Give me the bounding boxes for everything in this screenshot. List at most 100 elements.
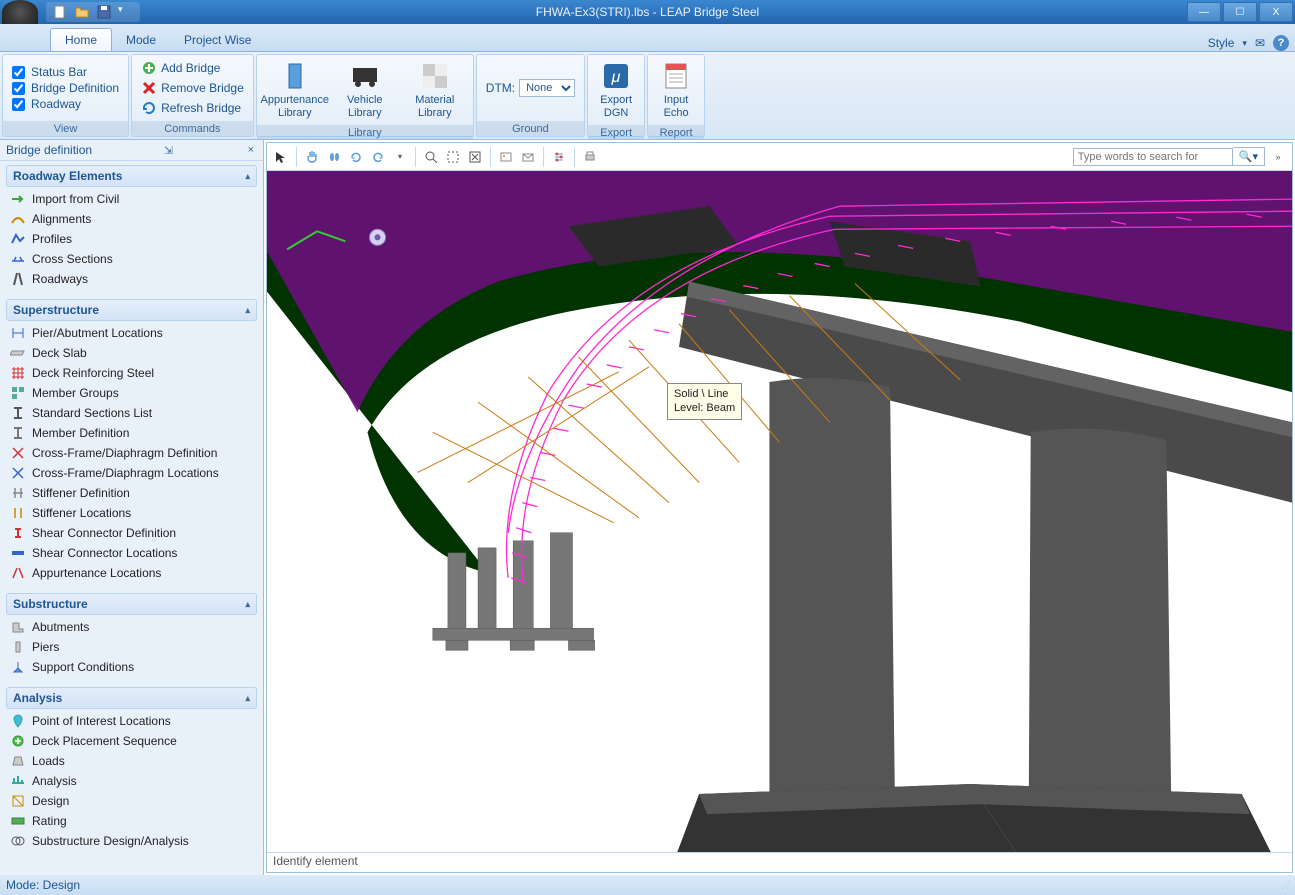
material-library-button[interactable]: Material Library [400,58,470,122]
pin-icon[interactable]: ⇲ [161,144,176,157]
checkbox-roadway[interactable]: Roadway [6,96,125,112]
tree-item-abutments[interactable]: Abutments [6,617,257,637]
tab-home[interactable]: Home [50,28,112,51]
undo-view-icon[interactable] [368,147,388,167]
app-logo[interactable] [2,0,38,24]
checkbox-bridge-definition[interactable]: Bridge Definition [6,80,125,96]
tree-item-piers[interactable]: Piers [6,637,257,657]
tree-item-profiles[interactable]: Profiles [6,229,257,249]
open-folder-icon[interactable] [74,4,90,20]
maximize-button[interactable]: ☐ [1223,2,1257,22]
search-menu-icon[interactable]: » [1268,147,1288,167]
section-substructure[interactable]: Substructure▴ [6,593,257,615]
ribbon: Status Bar Bridge Definition Roadway Vie… [0,52,1295,140]
email-tool-icon[interactable] [518,147,538,167]
refresh-bridge-button[interactable]: Refresh Bridge [135,98,250,118]
tree-item-stiffener-def[interactable]: Stiffener Definition [6,483,257,503]
remove-bridge-button[interactable]: Remove Bridge [135,78,250,98]
panel-title: Bridge definition [6,143,92,157]
svg-text:μ: μ [611,69,621,86]
tree-item-analysis[interactable]: Analysis [6,771,257,791]
dtm-select[interactable]: None [519,79,575,97]
qat-dropdown-icon[interactable]: ▾ [118,4,134,20]
titlebar: ▾ FHWA-Ex3(STRI).lbs - LEAP Bridge Steel… [0,0,1295,24]
bridge-definition-panel: Bridge definition ⇲ × Roadway Elements▴ … [0,140,264,875]
panel-scroll[interactable]: Roadway Elements▴ Import from Civil Alig… [0,161,263,875]
pan-tool-icon[interactable] [302,147,322,167]
help-icon[interactable]: ? [1273,35,1289,51]
tree-item-design[interactable]: Design [6,791,257,811]
search-go-button[interactable]: 🔍▾ [1233,147,1265,166]
3d-canvas[interactable]: Solid \ Line Level: Beam [267,171,1292,852]
mail-icon[interactable]: ✉ [1255,36,1265,50]
tree-item-crossframe-loc[interactable]: Cross-Frame/Diaphragm Locations [6,463,257,483]
tree-item-member-definition[interactable]: Member Definition [6,423,257,443]
image-tool-icon[interactable] [496,147,516,167]
checkbox-status-bar[interactable]: Status Bar [6,64,125,80]
fit-view-icon[interactable] [465,147,485,167]
tree-item-stiffener-loc[interactable]: Stiffener Locations [6,503,257,523]
ribbon-group-export: μExport DGN Export [587,54,645,137]
rotate-tool-icon[interactable] [346,147,366,167]
section-superstructure[interactable]: Superstructure▴ [6,299,257,321]
section-body: Point of Interest Locations Deck Placeme… [0,709,263,857]
section-body: Import from Civil Alignments Profiles Cr… [0,187,263,295]
section-body: Pier/Abutment Locations Deck Slab Deck R… [0,321,263,589]
tree-item-shearconn-def[interactable]: Shear Connector Definition [6,523,257,543]
tree-item-appurtenance-loc[interactable]: Appurtenance Locations [6,563,257,583]
appurtenance-library-button[interactable]: Appurtenance Library [260,58,330,122]
tree-item-loads[interactable]: Loads [6,751,257,771]
export-dgn-button[interactable]: μExport DGN [591,58,641,122]
zoom-window-icon[interactable] [443,147,463,167]
bridge-3d-scene [267,171,1292,852]
toolbar-caret-icon[interactable]: ▾ [390,147,410,167]
section-analysis[interactable]: Analysis▴ [6,687,257,709]
tree-item-deck-slab[interactable]: Deck Slab [6,343,257,363]
tree-item-shearconn-loc[interactable]: Shear Connector Locations [6,543,257,563]
walk-tool-icon[interactable] [324,147,344,167]
tab-mode[interactable]: Mode [112,29,170,51]
tree-item-deck-placement[interactable]: Deck Placement Sequence [6,731,257,751]
dtm-selector[interactable]: DTM: None [480,58,581,118]
tree-item-support-conditions[interactable]: Support Conditions [6,657,257,677]
tree-item-alignments[interactable]: Alignments [6,209,257,229]
ribbon-group-commands: Add Bridge Remove Bridge Refresh Bridge … [131,54,254,137]
save-icon[interactable] [96,4,112,20]
tree-item-roadways[interactable]: Roadways [6,269,257,289]
settings-tool-icon[interactable] [549,147,569,167]
resize-grip-icon[interactable]: ⋰ [1281,880,1289,891]
print-tool-icon[interactable] [580,147,600,167]
search-input[interactable] [1073,148,1233,166]
tree-item-poi-locations[interactable]: Point of Interest Locations [6,711,257,731]
tree-item-member-groups[interactable]: Member Groups [6,383,257,403]
new-file-icon[interactable] [52,4,68,20]
style-caret-icon[interactable]: ▾ [1242,38,1247,49]
viewport-search: 🔍▾ » [1073,147,1288,167]
add-bridge-button[interactable]: Add Bridge [135,58,250,78]
input-echo-button[interactable]: Input Echo [651,58,701,122]
mode-indicator: Mode: Design [6,878,80,892]
style-dropdown[interactable]: Style [1208,36,1235,50]
section-roadway-elements[interactable]: Roadway Elements▴ [6,165,257,187]
ribbon-tabstrip: Home Mode Project Wise Style ▾ ✉ ? [0,24,1295,52]
tab-projectwise[interactable]: Project Wise [170,29,265,51]
tree-item-crossframe-def[interactable]: Cross-Frame/Diaphragm Definition [6,443,257,463]
tooltip-line: Solid \ Line [674,387,735,401]
tree-item-rating[interactable]: Rating [6,811,257,831]
dtm-label: DTM: [486,81,515,95]
panel-close-icon[interactable]: × [245,144,257,156]
tree-item-import-from-civil[interactable]: Import from Civil [6,189,257,209]
tree-item-standard-sections[interactable]: Standard Sections List [6,403,257,423]
quick-access-toolbar: ▾ [46,2,140,22]
tree-item-pier-abutment-locations[interactable]: Pier/Abutment Locations [6,323,257,343]
tree-item-sub-design-analysis[interactable]: Substructure Design/Analysis [6,831,257,851]
viewport-status: Identify element [267,852,1292,872]
ribbon-group-label: View [3,121,128,136]
vehicle-library-button[interactable]: Vehicle Library [330,58,400,122]
close-button[interactable]: X [1259,2,1293,22]
minimize-button[interactable]: — [1187,2,1221,22]
zoom-tool-icon[interactable] [421,147,441,167]
select-tool-icon[interactable] [271,147,291,167]
tree-item-cross-sections[interactable]: Cross Sections [6,249,257,269]
tree-item-deck-reinforcing[interactable]: Deck Reinforcing Steel [6,363,257,383]
